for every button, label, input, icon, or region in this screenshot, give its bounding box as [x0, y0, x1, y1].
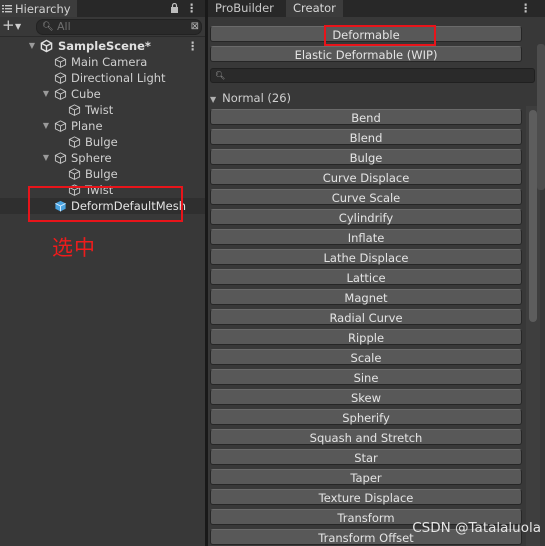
deformer-button[interactable]: Lathe Displace — [210, 249, 522, 265]
scene-label: SampleScene* — [58, 39, 151, 53]
gameobject-cube-icon — [54, 120, 67, 132]
elastic-deformable-button[interactable]: Elastic Deformable (WIP) — [210, 46, 522, 62]
deformer-button[interactable]: Curve Scale — [210, 189, 522, 205]
deformable-highlight-box — [324, 25, 436, 46]
tab-probuilder[interactable]: ProBuilder — [208, 0, 281, 17]
deformer-button[interactable]: Curve Displace — [210, 169, 522, 185]
tree-item-label: Sphere — [71, 151, 112, 165]
tree-item[interactable]: Bulge — [0, 134, 205, 150]
tab-hierarchy[interactable]: Hierarchy — [0, 0, 77, 17]
tab-creator[interactable]: Creator — [286, 0, 343, 17]
expand-arrow-icon[interactable]: ▼ — [41, 118, 51, 134]
search-placeholder: All — [57, 20, 71, 33]
hierarchy-tabbar: Hierarchy ⋮ — [0, 0, 205, 17]
gameobject-cube-icon — [68, 136, 81, 148]
deformer-button[interactable]: Scale — [210, 349, 522, 365]
creator-search-input[interactable]: 🔍︎ — [210, 68, 535, 83]
tree-item-label: Main Camera — [71, 55, 148, 69]
list-scrollbar-thumb[interactable] — [529, 110, 537, 322]
deformer-button[interactable]: Inflate — [210, 229, 522, 245]
list-icon — [2, 5, 12, 13]
tree-item[interactable]: ▼ Plane — [0, 118, 205, 134]
deformer-button[interactable]: Texture Displace — [210, 489, 522, 505]
lock-icon[interactable] — [170, 3, 179, 13]
tree-item-label: Bulge — [85, 135, 118, 149]
plus-icon: + — [2, 16, 15, 34]
add-dropdown-button[interactable]: + ▼ — [0, 18, 26, 34]
deformer-button[interactable]: Squash and Stretch — [210, 429, 522, 445]
tree-item-label: Directional Light — [71, 71, 166, 85]
hierarchy-panel: Hierarchy ⋮ + ▼ 🔍︎ All ⊠ ▼ SampleScene* … — [0, 0, 205, 546]
deformer-button[interactable]: Ripple — [210, 329, 522, 345]
tree-item[interactable]: ▼ Sphere — [0, 150, 205, 166]
tree-item-label: Cube — [71, 87, 101, 101]
deformer-button[interactable]: Radial Curve — [210, 309, 522, 325]
gameobject-cube-icon — [54, 152, 67, 164]
selection-highlight-box — [28, 186, 183, 222]
scene-row[interactable]: ▼ SampleScene* ⋮ — [0, 38, 205, 54]
deformer-button[interactable]: Bend — [210, 109, 522, 125]
tree-item[interactable]: Main Camera — [0, 54, 205, 70]
tree-item-label: Twist — [85, 103, 114, 117]
deformer-button[interactable]: Magnet — [210, 289, 522, 305]
more-options-icon[interactable]: ⋮ — [186, 0, 198, 16]
search-filter-icon[interactable]: ⊠ — [191, 20, 199, 34]
tree-item[interactable]: Bulge — [0, 166, 205, 182]
creator-panel: ProBuilder Creator ⋮ Deformable Elastic … — [208, 0, 545, 546]
expand-arrow-icon[interactable]: ▼ — [41, 86, 51, 102]
hierarchy-title: Hierarchy — [15, 1, 71, 16]
deformer-button[interactable]: Star — [210, 449, 522, 465]
expand-arrow-icon[interactable]: ▼ — [27, 38, 37, 54]
deformer-button[interactable]: Spherify — [210, 409, 522, 425]
watermark: CSDN @Tatalaluola — [412, 520, 541, 536]
deformer-button[interactable]: Cylindrify — [210, 209, 522, 225]
deformer-button[interactable]: Bulge — [210, 149, 522, 165]
tree-item-label: Plane — [71, 119, 103, 133]
unity-scene-icon — [40, 39, 53, 53]
search-icon: 🔍︎ — [215, 71, 226, 80]
group-label: Normal (26) — [222, 91, 292, 105]
tree-item[interactable]: Twist — [0, 102, 205, 118]
gameobject-cube-icon — [54, 56, 67, 68]
expand-arrow-icon: ▼ — [210, 95, 217, 104]
deformer-button[interactable]: Blend — [210, 129, 522, 145]
tree-item[interactable]: Directional Light — [0, 70, 205, 86]
chevron-down-icon: ▼ — [15, 22, 22, 31]
gameobject-cube-icon — [54, 72, 67, 84]
annotation-label: 选中 — [52, 236, 96, 260]
tree-item[interactable]: ▼ Cube — [0, 86, 205, 102]
normal-group-foldout[interactable]: ▼ Normal (26) — [210, 90, 291, 106]
deformer-button[interactable]: Lattice — [210, 269, 522, 285]
gameobject-cube-icon — [68, 104, 81, 116]
deformer-button[interactable]: Taper — [210, 469, 522, 485]
right-tabbar: ProBuilder Creator ⋮ — [208, 0, 545, 17]
gameobject-cube-icon — [54, 88, 67, 100]
panel-scrollbar[interactable] — [537, 44, 545, 190]
deformer-button[interactable]: Sine — [210, 369, 522, 385]
more-options-icon[interactable]: ⋮ — [520, 0, 532, 16]
hierarchy-toolbar: + ▼ 🔍︎ All ⊠ — [0, 17, 205, 37]
scene-options-icon[interactable]: ⋮ — [187, 38, 199, 54]
deformer-button[interactable]: Skew — [210, 389, 522, 405]
expand-arrow-icon[interactable]: ▼ — [41, 150, 51, 166]
search-icon: 🔍︎ — [42, 22, 54, 32]
gameobject-cube-icon — [68, 168, 81, 180]
hierarchy-search-input[interactable]: 🔍︎ All ⊠ — [36, 19, 202, 35]
tree-item-label: Bulge — [85, 167, 118, 181]
